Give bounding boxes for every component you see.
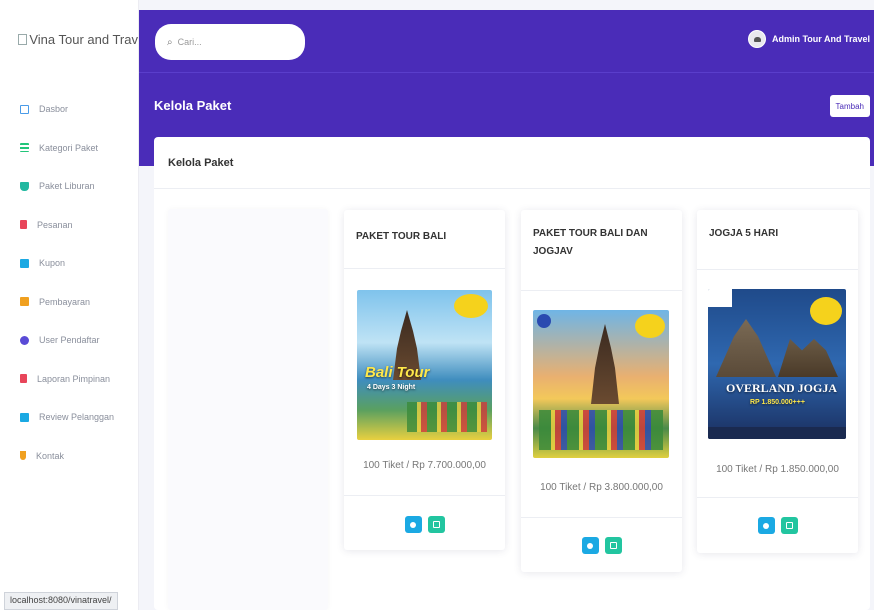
sidebar-nav: Dasbor Kategori Paket Paket Liburan Pesa… [0, 90, 139, 475]
user-name: Admin Tour And Travel [771, 34, 870, 44]
sidebar-item-laporan-pimpinan[interactable]: Laporan Pimpinan [0, 360, 139, 399]
report-icon [20, 374, 27, 384]
package-image[interactable]: Bali Tour 4 Days 3 Night [357, 290, 492, 440]
eye-icon [410, 521, 416, 528]
file-icon [20, 220, 27, 230]
package-image[interactable]: OVERLAND JOGJA RP 1.850.000+++ [708, 289, 846, 439]
cart-icon [20, 181, 29, 191]
sidebar-item-label: User Pendaftar [39, 335, 100, 346]
sidebar: Vina Tour and Trav Dasbor Kategori Paket… [0, 0, 139, 610]
card-divider [697, 269, 858, 270]
card-divider [521, 517, 682, 518]
edit-button[interactable] [604, 537, 622, 554]
sidebar-item-kontak[interactable]: Kontak [0, 437, 139, 476]
edit-icon [432, 521, 440, 528]
sidebar-item-label: Pembayaran [39, 296, 91, 307]
edit-button[interactable] [780, 517, 798, 534]
sidebar-item-pesanan[interactable]: Pesanan [0, 206, 139, 245]
phone-icon [20, 451, 26, 461]
top-navbar: ⌕ Cari... Admin Tour And Travel [139, 10, 874, 72]
edit-button[interactable] [427, 516, 445, 533]
placeholder-card [168, 209, 328, 610]
sidebar-item-pembayaran[interactable]: Pembayaran [0, 283, 139, 322]
broken-image-icon [18, 34, 28, 45]
card-divider [344, 495, 505, 496]
sidebar-item-label: Review Pelanggan [39, 412, 115, 423]
package-title: PAKET TOUR BALI [356, 231, 447, 242]
brand-logo-alt-text: Vina Tour and Trav [29, 32, 138, 47]
poster-title: Bali Tour [365, 364, 430, 381]
sidebar-item-label: Pesanan [37, 219, 73, 230]
package-price: 100 Tiket / Rp 3.800.000,00 [540, 482, 663, 493]
view-button[interactable] [581, 537, 599, 554]
avatar [747, 30, 766, 48]
sidebar-item-user-pendaftar[interactable]: User Pendaftar [0, 321, 139, 360]
sidebar-item-label: Kategori Paket [39, 142, 99, 153]
edit-icon [20, 412, 29, 422]
package-price: 100 Tiket / Rp 1.850.000,00 [716, 464, 839, 475]
sidebar-item-label: Dasbor [39, 104, 69, 115]
search-icon: ⌕ [167, 36, 173, 48]
page-title: Kelola Paket [154, 98, 232, 113]
card-divider [697, 497, 858, 498]
money-icon [20, 297, 29, 307]
list-icon [20, 143, 29, 153]
panel-title: Kelola Paket [154, 137, 870, 189]
package-card: JOGJA 5 HARI OVERLAND JOGJA RP 1.850.000… [697, 210, 858, 553]
sidebar-item-review-pelanggan[interactable]: Review Pelanggan [0, 398, 139, 437]
card-actions [697, 517, 858, 534]
package-title: PAKET TOUR BALI DAN JOGJAV [533, 228, 648, 257]
card-actions [521, 537, 682, 554]
package-image[interactable] [533, 310, 669, 458]
monitor-icon [20, 104, 29, 114]
package-card: PAKET TOUR BALI Bali Tour 4 Days 3 Night… [344, 210, 505, 550]
ticket-icon [20, 258, 29, 268]
package-title: JOGJA 5 HARI [709, 228, 779, 239]
edit-icon [785, 522, 793, 529]
users-icon [20, 335, 29, 345]
package-price: 100 Tiket / Rp 7.700.000,00 [363, 460, 486, 471]
card-divider [521, 290, 682, 291]
edit-icon [609, 542, 617, 549]
view-button[interactable] [404, 516, 422, 533]
view-button[interactable] [757, 517, 775, 534]
add-package-button[interactable]: Tambah [829, 95, 870, 117]
eye-icon [763, 522, 769, 529]
sidebar-item-kategori-paket[interactable]: Kategori Paket [0, 129, 139, 168]
sidebar-item-label: Kontak [36, 450, 65, 461]
poster-subtitle: RP 1.850.000+++ [750, 399, 805, 406]
sidebar-item-dasbor[interactable]: Dasbor [0, 90, 139, 129]
eye-icon [587, 542, 593, 549]
sidebar-item-paket-liburan[interactable]: Paket Liburan [0, 167, 139, 206]
card-divider [344, 268, 505, 269]
status-bar-url: localhost:8080/vinatravel/ [4, 592, 118, 610]
package-card: PAKET TOUR BALI DAN JOGJAV 100 Tiket / R… [521, 210, 682, 572]
sidebar-item-label: Paket Liburan [39, 181, 95, 192]
sidebar-item-label: Laporan Pimpinan [37, 373, 111, 384]
search-placeholder: Cari... [177, 37, 202, 47]
card-actions [344, 516, 505, 533]
user-menu[interactable]: Admin Tour And Travel [747, 30, 870, 48]
brand-logo[interactable]: Vina Tour and Trav [18, 32, 138, 47]
sidebar-item-kupon[interactable]: Kupon [0, 244, 139, 283]
sidebar-item-label: Kupon [39, 258, 66, 269]
poster-subtitle: 4 Days 3 Night [367, 384, 416, 391]
search-input[interactable]: ⌕ Cari... [155, 24, 305, 60]
poster-title: OVERLAND JOGJA [726, 381, 838, 395]
